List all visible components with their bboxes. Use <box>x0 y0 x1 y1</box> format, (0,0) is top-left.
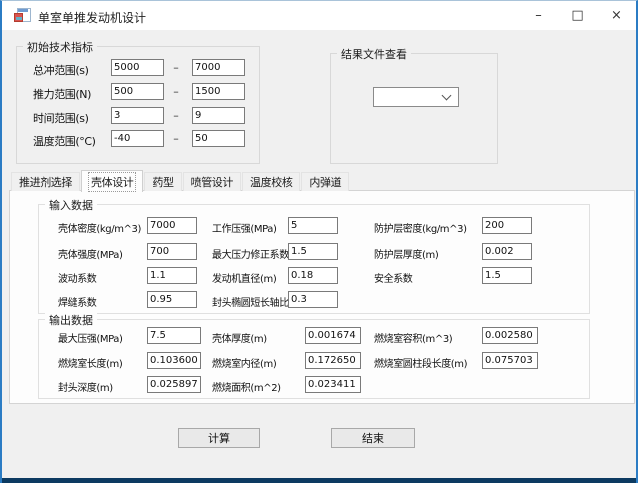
temperature-range-label: 温度范围(°C) <box>33 133 96 149</box>
time-range-label: 时间范围(s) <box>33 110 89 126</box>
range-dash: – <box>164 132 188 145</box>
chevron-down-icon <box>442 91 452 101</box>
initial-indicators-group-title: 初始技术指标 <box>23 39 97 55</box>
result-file-group: 结果文件查看 <box>330 53 498 164</box>
protective-layer-thickness-input[interactable] <box>482 243 532 260</box>
chamber-length-label: 燃烧室长度(m) <box>58 355 122 370</box>
working-pressure-label: 工作压强(MPa) <box>212 220 277 235</box>
shell-thickness-output[interactable] <box>305 327 361 344</box>
chamber-cylinder-length-label: 燃烧室圆柱段长度(m) <box>374 355 467 370</box>
maximize-icon[interactable]: □ <box>558 1 597 30</box>
output-data-group-title: 输出数据 <box>45 312 97 328</box>
chamber-volume-label: 燃烧室容积(m^3) <box>374 330 452 345</box>
shell-thickness-label: 壳体厚度(m) <box>212 330 267 345</box>
thrust-range-label: 推力范围(N) <box>33 86 91 102</box>
end-button[interactable]: 结束 <box>331 428 415 448</box>
window-title: 单室单推发动机设计 <box>38 9 146 26</box>
protective-layer-density-input[interactable] <box>482 217 532 234</box>
time-min-input[interactable] <box>111 107 164 124</box>
fluctuation-coefficient-label: 波动系数 <box>58 270 96 285</box>
input-data-group-title: 输入数据 <box>45 197 97 213</box>
head-depth-label: 封头深度(m) <box>58 379 113 394</box>
result-file-group-title: 结果文件查看 <box>337 46 411 62</box>
minimize-icon[interactable]: – <box>519 1 558 30</box>
safety-factor-label: 安全系数 <box>374 270 412 285</box>
tab-nozzle-design[interactable]: 喷管设计 <box>183 172 241 191</box>
title-bar: 单室单推发动机设计 – □ × <box>2 1 636 30</box>
tab-temperature-check[interactable]: 温度校核 <box>242 172 300 191</box>
chamber-length-output[interactable] <box>147 352 201 369</box>
max-pressure-output[interactable] <box>147 327 201 344</box>
head-depth-output[interactable] <box>147 376 201 393</box>
shell-density-input[interactable] <box>147 217 197 234</box>
weld-seam-coefficient-input[interactable] <box>147 291 197 308</box>
total-impulse-max-input[interactable] <box>192 59 245 76</box>
protective-layer-thickness-label: 防护层厚度(m) <box>374 246 438 261</box>
range-dash: – <box>164 85 188 98</box>
result-file-combobox[interactable] <box>373 87 459 107</box>
temperature-max-input[interactable] <box>192 130 245 147</box>
temperature-min-input[interactable] <box>111 130 164 147</box>
head-ellipse-axis-ratio-label: 封头椭圆短长轴比 <box>212 294 289 309</box>
chamber-volume-output[interactable] <box>482 327 538 344</box>
tab-internal-ballistics[interactable]: 内弹道 <box>301 172 349 191</box>
protective-layer-density-label: 防护层密度(kg/m^3) <box>374 220 467 235</box>
thrust-min-input[interactable] <box>111 83 164 100</box>
engine-diameter-label: 发动机直径(m) <box>212 270 276 285</box>
chamber-cylinder-length-output[interactable] <box>482 352 538 369</box>
tab-propellant-selection[interactable]: 推进剂选择 <box>11 172 80 191</box>
max-pressure-correction-label: 最大压力修正系数 <box>212 246 289 261</box>
total-impulse-min-input[interactable] <box>111 59 164 76</box>
burning-area-output[interactable] <box>305 376 361 393</box>
max-pressure-correction-input[interactable] <box>288 243 338 260</box>
max-pressure-label: 最大压强(MPa) <box>58 330 123 345</box>
app-window: 单室单推发动机设计 – □ × 初始技术指标 总冲范围(s) – 推力范围(N)… <box>0 0 638 483</box>
tab-grain-shape[interactable]: 药型 <box>144 172 181 191</box>
range-dash: – <box>164 109 188 122</box>
burning-area-label: 燃烧面积(m^2) <box>212 379 281 394</box>
engine-diameter-input[interactable] <box>288 267 338 284</box>
head-ellipse-axis-ratio-input[interactable] <box>288 291 338 308</box>
chamber-inner-diameter-label: 燃烧室内径(m) <box>212 355 276 370</box>
shell-strength-label: 壳体强度(MPa) <box>58 246 123 261</box>
tab-shell-design[interactable]: 壳体设计 <box>81 170 143 192</box>
time-max-input[interactable] <box>192 107 245 124</box>
calculate-button[interactable]: 计算 <box>178 428 260 448</box>
shell-density-label: 壳体密度(kg/m^3) <box>58 220 141 235</box>
shell-strength-input[interactable] <box>147 243 197 260</box>
app-form-icon <box>14 8 30 22</box>
weld-seam-coefficient-label: 焊缝系数 <box>58 294 96 309</box>
range-dash: – <box>164 61 188 74</box>
total-impulse-range-label: 总冲范围(s) <box>33 62 89 78</box>
window-bottom-border <box>2 478 636 483</box>
working-pressure-input[interactable] <box>288 217 338 234</box>
fluctuation-coefficient-input[interactable] <box>147 267 197 284</box>
tab-strip: 推进剂选择 壳体设计 药型 喷管设计 温度校核 内弹道 <box>11 170 350 191</box>
thrust-max-input[interactable] <box>192 83 245 100</box>
close-icon[interactable]: × <box>597 1 636 30</box>
chamber-inner-diameter-output[interactable] <box>305 352 361 369</box>
safety-factor-input[interactable] <box>482 267 532 284</box>
